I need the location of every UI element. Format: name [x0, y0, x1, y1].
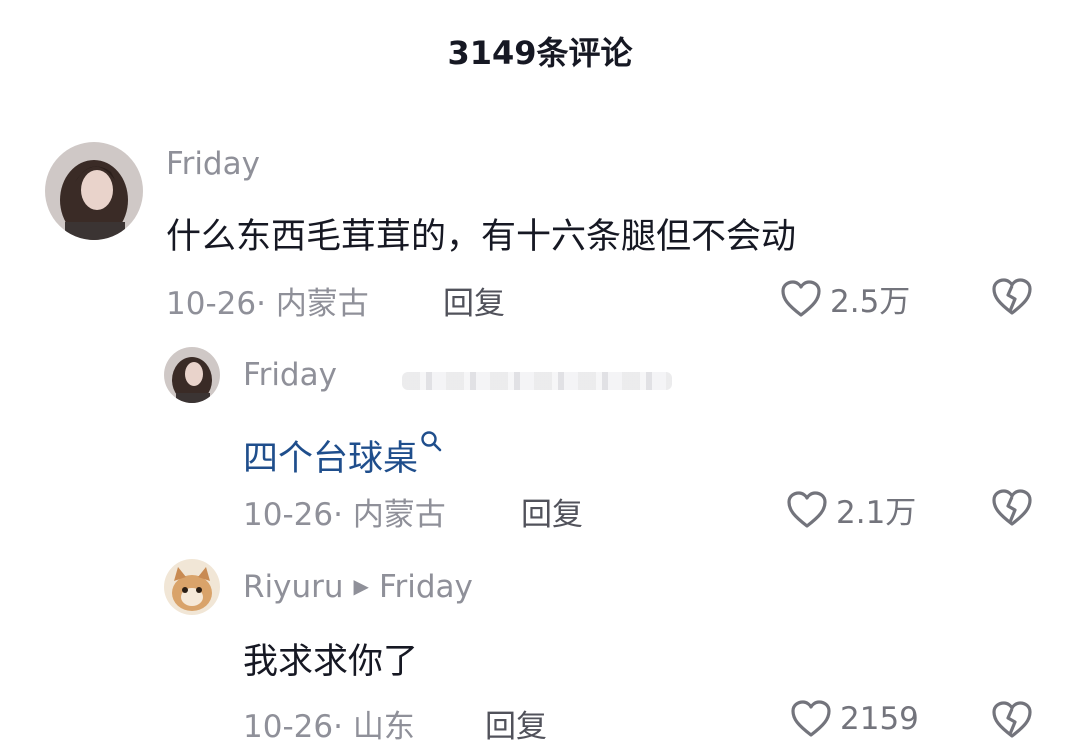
comment-text[interactable]: 四个台球桌 [243, 421, 442, 481]
comment-meta: 10-26· 内蒙古 [166, 278, 369, 323]
meta-separator: · [256, 286, 276, 322]
comment-count-title: 3149条评论 [447, 34, 633, 72]
comment-username[interactable]: Friday [243, 357, 337, 393]
comment-location: 内蒙古 [275, 286, 369, 322]
reply-author[interactable]: Riyuru [243, 569, 344, 605]
reply-button[interactable]: 回复 [485, 701, 547, 746]
comment-location: 内蒙古 [352, 497, 446, 533]
reply-button[interactable]: 回复 [443, 278, 505, 323]
heart-icon [791, 700, 831, 737]
blurred-content [402, 372, 672, 390]
broken-heart-icon [992, 278, 1032, 315]
like-button[interactable]: 2.1万 [786, 487, 916, 532]
dislike-button[interactable] [990, 277, 1034, 317]
search-icon [420, 421, 442, 461]
broken-heart-icon [992, 489, 1032, 526]
comment-meta: 10-26· 内蒙古 [243, 489, 446, 534]
comment-meta: 10-26· 山东 [243, 701, 415, 746]
avatar[interactable] [164, 347, 220, 403]
avatar[interactable] [164, 559, 220, 615]
comment-date: 10-26 [243, 709, 334, 745]
broken-heart-icon [992, 701, 1032, 738]
heart-icon [787, 490, 827, 528]
comment-date: 10-26 [243, 497, 334, 533]
avatar[interactable] [45, 142, 143, 240]
comment-username: Riyuru ▶ Friday [243, 569, 473, 605]
like-count: 2159 [840, 701, 919, 737]
reply-arrow-icon: ▶ [353, 574, 369, 598]
comment-item: Friday 四个台球桌 10-26· 内蒙古 回复 2.1万 [0, 345, 1080, 535]
dislike-button[interactable] [990, 700, 1034, 740]
comment-username[interactable]: Friday [166, 146, 260, 182]
comment-item: Riyuru ▶ Friday 我求求你了 10-26· 山东 回复 2159 [0, 557, 1080, 756]
comment-item: Friday 什么东西毛茸茸的，有十六条腿但不会动 10-26· 内蒙古 回复 … [0, 140, 1080, 323]
comment-date: 10-26 [166, 286, 257, 322]
like-button[interactable]: 2.5万 [780, 276, 910, 321]
comment-text: 我求求你了 [243, 642, 419, 682]
comment-text: 什么东西毛茸茸的，有十六条腿但不会动 [166, 217, 797, 257]
like-count: 2.5万 [830, 284, 911, 320]
meta-separator: · [333, 709, 353, 745]
like-button[interactable]: 2159 [790, 699, 919, 739]
comment-location: 山东 [352, 709, 415, 745]
reply-button[interactable]: 回复 [521, 489, 583, 534]
like-count: 2.1万 [836, 495, 917, 531]
search-link-text[interactable]: 四个台球桌 [243, 439, 418, 479]
dislike-button[interactable] [990, 488, 1034, 528]
reply-target[interactable]: Friday [379, 569, 473, 605]
meta-separator: · [333, 497, 353, 533]
heart-icon [781, 279, 821, 317]
